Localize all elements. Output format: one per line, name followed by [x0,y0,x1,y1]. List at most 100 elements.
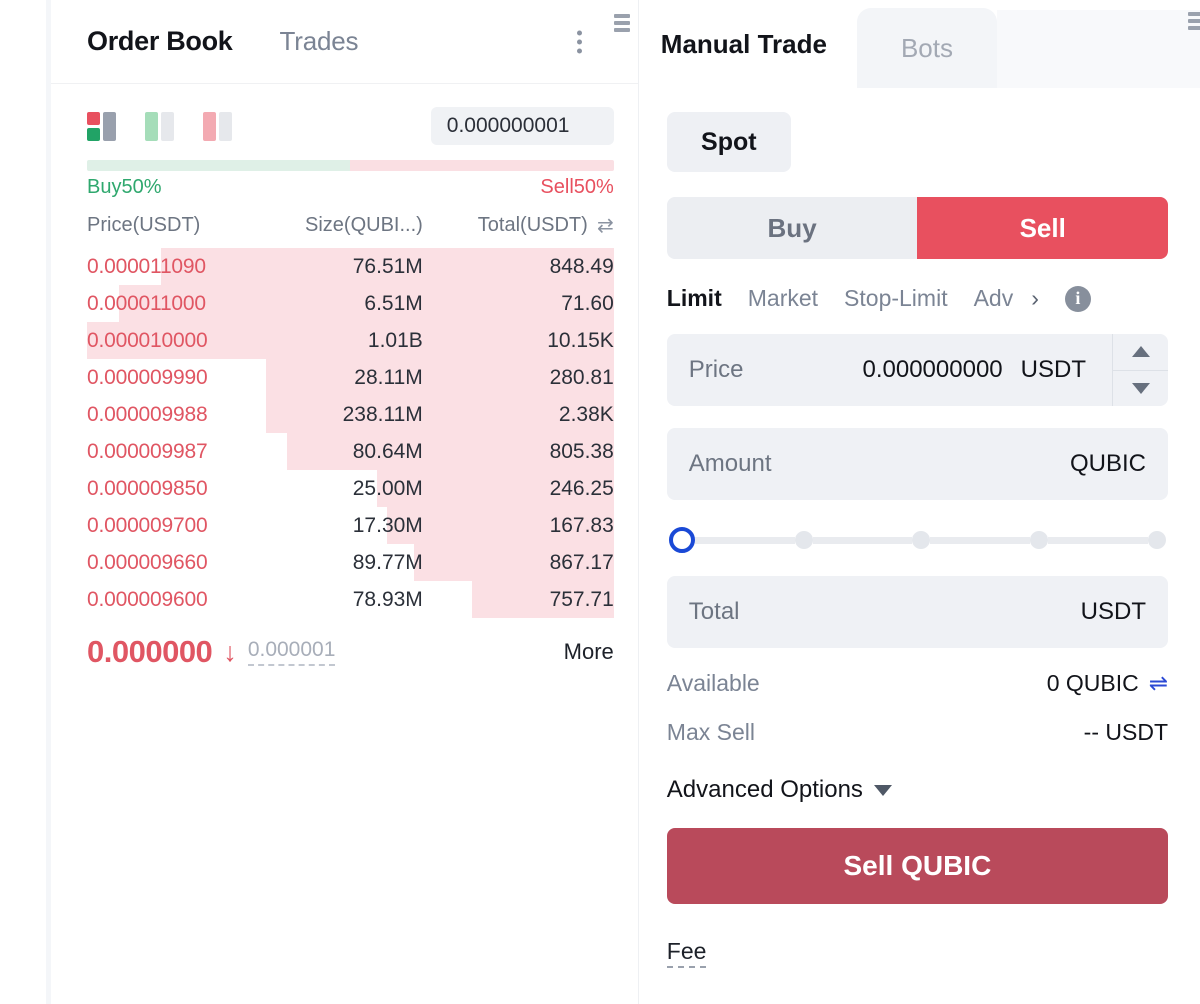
row-total: 2.38K [558,402,614,426]
order-book-row[interactable]: 0.000010000 1.01B 10.15K [87,322,614,359]
slider-track[interactable] [1048,536,1148,544]
price-field-label: Price [688,356,744,383]
amount-field[interactable]: Amount QUBIC [666,428,1168,500]
trading-screen: Order Book Trades 0.000000001 Buy50% Sel… [0,0,1200,1004]
info-icon[interactable]: i [1064,285,1091,312]
page-left-margin [0,0,46,1004]
arrow-down-icon: ↓ [223,636,237,667]
tab-bots[interactable]: Bots [856,8,997,88]
order-type-limit[interactable]: Limit [667,285,722,312]
order-book-row[interactable]: 0.000011090 76.51M 848.49 [87,248,614,285]
submit-sell-button[interactable]: Sell QUBIC [666,828,1168,904]
tab-bar-filler [996,10,1200,88]
row-size: 80.64M [352,439,423,463]
both-depth-icon[interactable] [87,111,116,141]
order-book-row[interactable]: 0.000009600 78.93M 757.71 [87,581,614,618]
order-book-row[interactable]: 0.000009700 17.30M 167.83 [87,507,614,544]
decimal-precision-value: 0.000000001 [446,114,570,137]
amount-field-label: Amount [688,450,772,477]
row-size: 28.11M [354,365,423,389]
row-price: 0.000009700 [87,513,208,537]
row-price: 0.000011000 [87,291,206,315]
fee-row[interactable]: Fee [666,938,707,968]
trade-panel-tabs: Manual Trade Bots [638,0,1200,88]
row-price: 0.000009660 [87,550,208,574]
market-type-spot-button[interactable]: Spot [666,112,791,172]
row-size: 89.77M [352,550,423,574]
row-price: 0.000009990 [87,365,208,389]
order-book-row[interactable]: 0.000009988 238.11M 2.38K [87,396,614,433]
price-field[interactable]: Price 0.000000000 USDT [666,334,1168,406]
order-type-tabs: Limit Market Stop-Limit Adv › i [667,285,1168,312]
chevron-right-icon[interactable]: › [1031,285,1039,312]
order-type-adv[interactable]: Adv [974,285,1014,312]
row-size: 78.93M [352,587,423,611]
slider-track[interactable] [930,536,1031,544]
sell-tab[interactable]: Sell [917,197,1168,259]
last-price-value: 0.000000 [87,634,213,669]
order-book-row[interactable]: 0.000011000 6.51M 71.60 [87,285,614,322]
row-price: 0.000009600 [87,587,208,611]
decimal-precision-select[interactable]: 0.000000001 [430,107,614,145]
order-book-header: Order Book Trades [51,0,638,84]
ratio-buy-label: Buy50% [87,176,162,198]
total-field-label: Total [688,598,740,625]
row-size: 25.00M [352,476,423,500]
order-book-controls: 0.000000001 [51,84,638,146]
swap-arrows-icon[interactable]: ⇄ [588,213,614,238]
row-total: 757.71 [549,587,614,611]
slider-handle[interactable] [668,527,695,553]
row-size: 17.30M [352,513,423,537]
order-type-stop-limit[interactable]: Stop-Limit [844,285,948,312]
order-book-drag-handle[interactable] [613,14,630,32]
order-book-row[interactable]: 0.000009990 28.11M 280.81 [87,359,614,396]
more-button[interactable]: More [564,639,614,665]
ratio-bar-buy [87,160,351,171]
ratio-bar [87,160,614,171]
row-total: 246.25 [549,476,614,500]
tab-order-book[interactable]: Order Book [87,26,233,57]
row-total: 280.81 [549,365,614,389]
slider-stop-75[interactable] [1030,531,1049,549]
slider-stop-50[interactable] [912,531,931,549]
last-price-secondary: 0.000001 [247,638,336,666]
stepper-up-icon[interactable] [1113,334,1168,371]
manual-trade-panel: Manual Trade Bots Spot Buy Sell Limit Ma… [637,0,1200,1004]
fee-label: Fee [666,938,707,968]
last-price-row: 0.000000 ↓ 0.000001 More [51,618,638,670]
available-value: 0 QUBIC [1046,670,1139,696]
total-field[interactable]: Total USDT [666,576,1168,648]
row-total: 71.60 [561,291,614,315]
amount-percent-slider[interactable] [667,526,1168,554]
buy-depth-icon[interactable] [145,111,174,141]
kebab-menu-icon[interactable] [573,26,586,57]
row-size: 6.51M [364,291,423,315]
slider-track[interactable] [812,536,913,544]
slider-track[interactable] [694,536,795,544]
order-book-column-headers: Price(USDT) Size(QUBI...) Total(USDT) ⇄ [51,199,638,248]
buy-tab[interactable]: Buy [666,197,918,259]
chevron-down-icon [873,784,892,796]
column-header-price: Price(USDT) [87,214,201,236]
trade-panel-drag-handle[interactable] [1188,12,1200,30]
sell-depth-icon[interactable] [203,111,232,141]
column-header-size: Size(QUBI...) [305,214,423,236]
stepper-down-icon[interactable] [1113,371,1168,407]
transfer-arrows-icon[interactable]: ⇌ [1149,670,1168,697]
order-book-row[interactable]: 0.000009987 80.64M 805.38 [87,433,614,470]
advanced-options-toggle[interactable]: Advanced Options [667,776,1168,804]
slider-stop-25[interactable] [794,531,813,549]
slider-stop-100[interactable] [1147,531,1166,549]
order-type-market[interactable]: Market [748,285,818,312]
tab-manual-trade[interactable]: Manual Trade [638,0,857,88]
price-field-unit: USDT [1020,356,1086,383]
order-book-row[interactable]: 0.000009850 25.00M 246.25 [87,470,614,507]
tab-trades[interactable]: Trades [280,26,359,57]
row-size: 76.51M [352,254,423,278]
order-book-row[interactable]: 0.000009660 89.77M 867.17 [87,544,614,581]
advanced-options-label: Advanced Options [666,776,863,803]
row-price: 0.000009987 [87,439,208,463]
max-sell-value: -- USDT [1083,719,1168,745]
row-price: 0.000009850 [87,476,208,500]
price-stepper [1112,334,1168,406]
